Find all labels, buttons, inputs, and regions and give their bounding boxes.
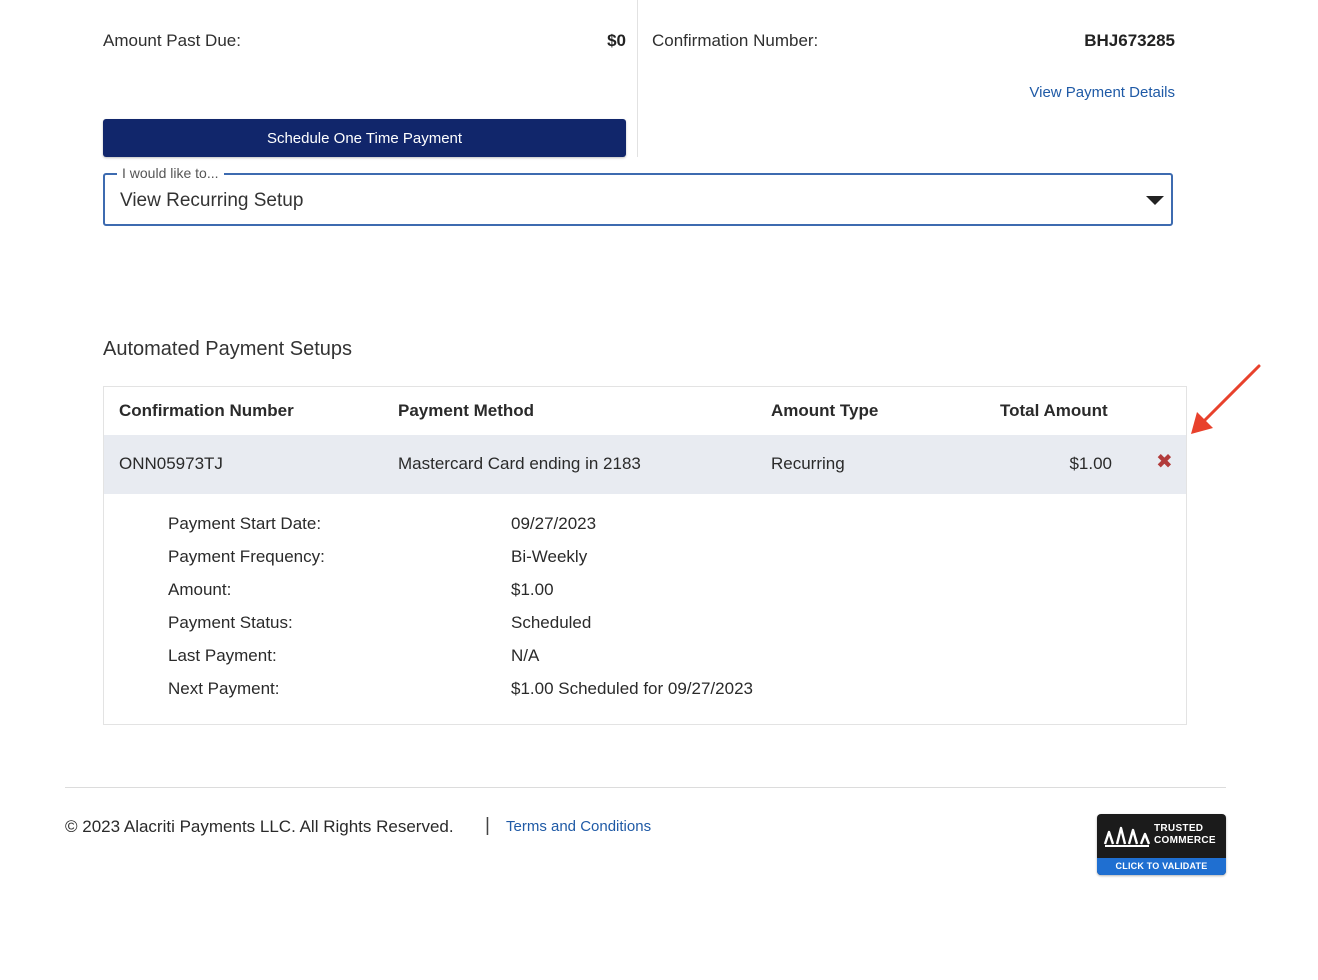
table-header: Confirmation Number Payment Method Amoun… xyxy=(104,387,1186,435)
badge-line-trusted: TRUSTED xyxy=(1154,823,1204,834)
column-header-payment-method: Payment Method xyxy=(398,401,535,420)
footer-separator: | xyxy=(485,815,490,836)
detail-label-frequency: Payment Frequency: xyxy=(168,547,325,566)
confirmation-number: BHJ673285 xyxy=(1084,31,1175,50)
badge-validate[interactable]: CLICK TO VALIDATE xyxy=(1097,858,1226,875)
past-due-value: $0 xyxy=(607,31,626,50)
detail-value-status: Scheduled xyxy=(511,613,592,632)
caret-down-icon[interactable] xyxy=(1146,196,1164,205)
detail-label-next-payment: Next Payment: xyxy=(168,679,280,698)
detail-value-frequency: Bi-Weekly xyxy=(511,547,588,566)
detail-value-start-date: 09/27/2023 xyxy=(511,514,597,533)
detail-value-last-payment: N/A xyxy=(511,646,540,665)
detail-value-next-payment: $1.00 Scheduled for 09/27/2023 xyxy=(511,679,753,698)
copyright-text: © 2023 Alacriti Payments LLC. All Rights… xyxy=(65,817,454,836)
detail-label-last-payment: Last Payment: xyxy=(168,646,277,665)
detail-label-amount: Amount: xyxy=(168,580,232,599)
detail-label-start-date: Payment Start Date: xyxy=(168,514,322,533)
past-due-label: Amount Past Due: xyxy=(103,31,241,50)
trusted-commerce-badge[interactable]: TRUSTED COMMERCE CLICK TO VALIDATE xyxy=(1097,814,1226,875)
detail-value-amount: $1.00 xyxy=(511,580,554,599)
detail-label-status: Payment Status: xyxy=(168,613,293,632)
column-header-amount-type: Amount Type xyxy=(771,401,879,420)
row-payment-method: Mastercard Card ending in 2183 xyxy=(398,454,641,473)
action-select[interactable]: I would like to... View Recurring Setup xyxy=(103,165,1173,226)
footer-divider xyxy=(65,787,1226,788)
red-arrow-annotation-icon xyxy=(1191,364,1261,434)
automated-payments-table: Confirmation Number Payment Method Amoun… xyxy=(103,386,1187,725)
row-total-amount: $1.00 xyxy=(1069,454,1112,473)
row-confirmation-number: ONN05973TJ xyxy=(119,454,223,473)
column-header-confirmation: Confirmation Number xyxy=(119,401,294,420)
badge-line-commerce: COMMERCE xyxy=(1154,835,1216,846)
confirmation-label: Confirmation Number: xyxy=(652,31,819,50)
action-select-value: View Recurring Setup xyxy=(120,190,304,211)
column-header-total-amount: Total Amount xyxy=(1000,401,1108,420)
automated-payments-title: Automated Payment Setups xyxy=(103,338,353,360)
terms-and-conditions-link[interactable]: Terms and Conditions xyxy=(506,818,651,835)
close-x-icon[interactable]: ✖ xyxy=(1156,452,1173,472)
row-amount-type: Recurring xyxy=(771,454,845,473)
table-row[interactable]: ONN05973TJ Mastercard Card ending in 218… xyxy=(104,435,1186,494)
view-payment-details-link[interactable]: View Payment Details xyxy=(1000,84,1175,101)
schedule-one-time-payment-button[interactable]: Schedule One Time Payment xyxy=(103,119,626,157)
trusted-commerce-logo-icon xyxy=(1103,826,1151,847)
action-select-legend: I would like to... xyxy=(117,165,224,181)
summary-divider xyxy=(637,0,638,157)
